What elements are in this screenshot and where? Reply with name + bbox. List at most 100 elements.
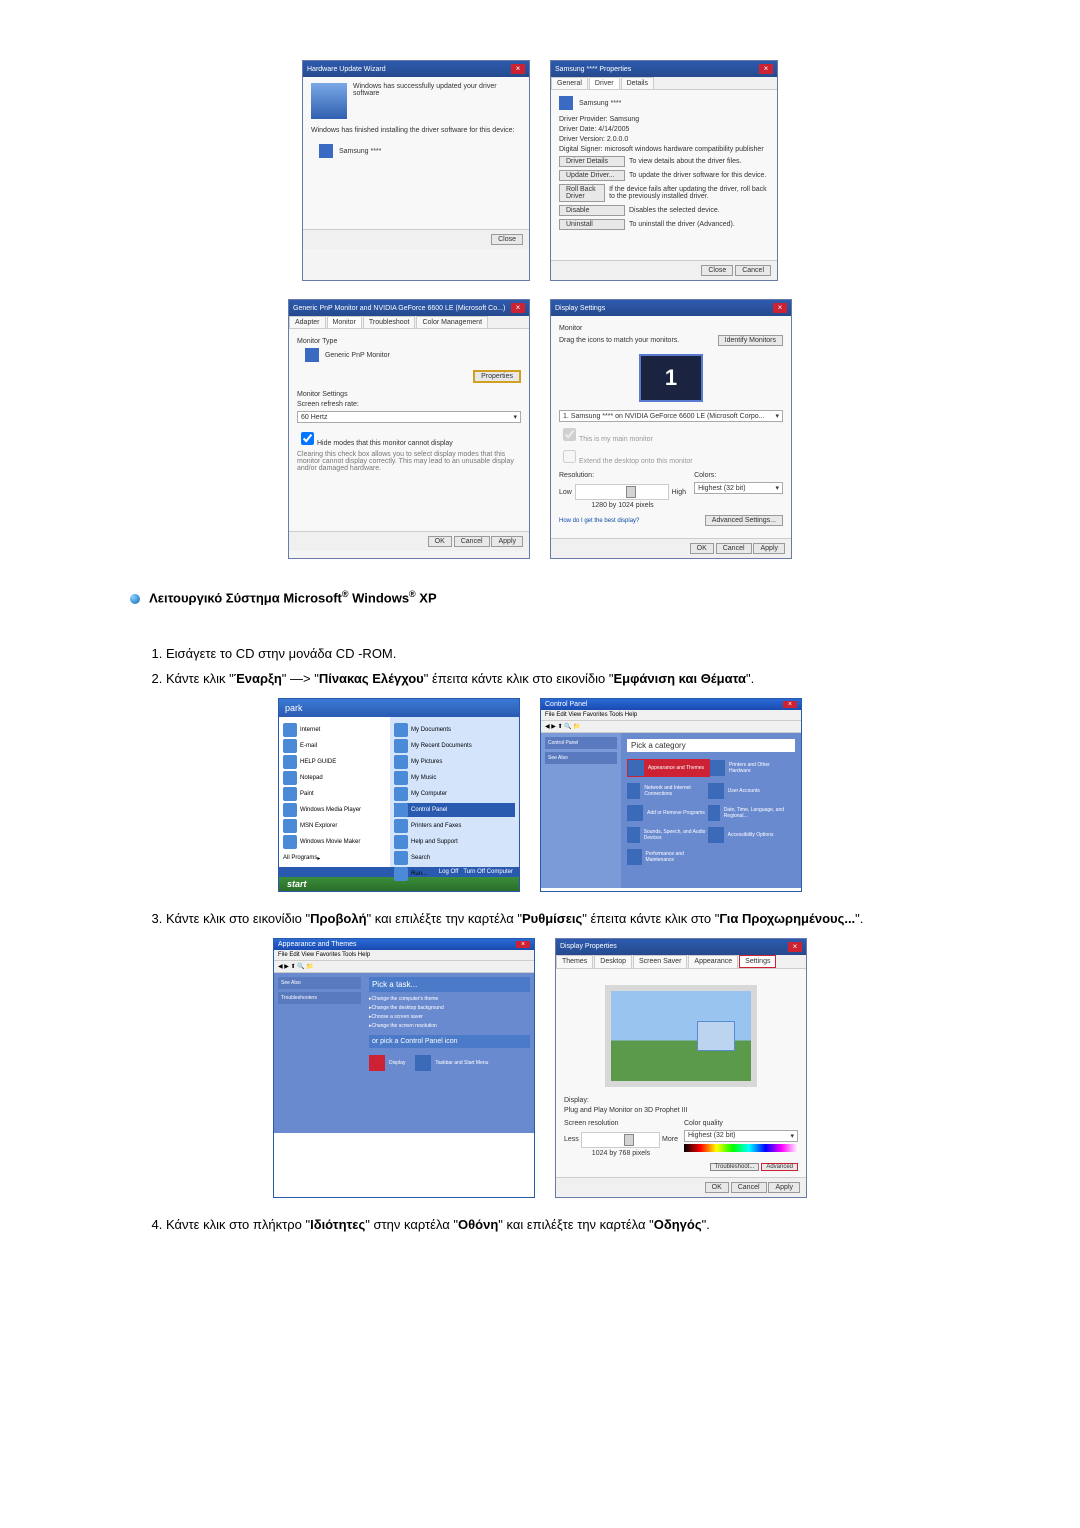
start-item[interactable]: Internet [283,723,386,737]
paint-icon [283,787,297,801]
help-icon [394,835,408,849]
cp-tile-appearance[interactable]: Appearance and Themes [627,759,710,777]
ok-button[interactable]: OK [690,543,714,554]
cancel-button[interactable]: Cancel [735,265,771,276]
cp-icon-taskbar[interactable]: Taskbar and Start Menu [415,1055,488,1071]
color-quality-label: Color quality [684,1120,798,1127]
close-icon[interactable]: × [511,64,525,74]
start-item[interactable]: Windows Media Player [283,803,386,817]
monitor-preview[interactable]: 1 [639,354,703,402]
cp-tile[interactable]: Printers and Other Hardware [710,759,791,777]
hide-modes-label: Hide modes that this monitor cannot disp… [317,440,453,447]
cp-tile[interactable]: Network and Internet Connections [627,783,708,799]
monitor-icon [305,348,319,362]
wmm-icon [283,835,297,849]
start-item[interactable]: My Pictures [394,755,515,769]
start-item[interactable]: My Computer [394,787,515,801]
color-quality-select[interactable]: Highest (32 bit) ▾ [684,1130,798,1142]
extend-checkbox [563,450,576,463]
start-item[interactable]: Paint [283,787,386,801]
tab-color[interactable]: Color Management [416,316,488,328]
start-item[interactable]: My Documents [394,723,515,737]
identify-button[interactable]: Identify Monitors [718,335,783,346]
cancel-button[interactable]: Cancel [716,543,752,554]
advanced-button[interactable]: Advanced Settings... [705,515,783,526]
ok-button[interactable]: OK [428,536,452,547]
close-icon[interactable]: × [783,701,797,708]
cp-tile[interactable]: Performance and Maintenance [627,849,708,865]
apply-button[interactable]: Apply [753,543,785,554]
start-item[interactable]: My Music [394,771,515,785]
tab-desktop[interactable]: Desktop [594,955,632,968]
close-icon[interactable]: × [759,64,773,74]
tab-settings[interactable]: Settings [739,955,776,968]
tab-general[interactable]: General [551,77,588,89]
arrow-right-icon: ▸ [317,855,320,862]
cp-tile[interactable]: Add or Remove Programs [627,805,708,821]
logoff-button[interactable]: Log Off [439,869,459,875]
all-programs[interactable]: All Programs ▸ [283,855,386,862]
display-select[interactable]: 1. Samsung **** on NVIDIA GeForce 6600 L… [559,410,783,422]
tab-troubleshoot[interactable]: Troubleshoot [363,316,416,328]
refresh-rate-select[interactable]: 60 Hertz ▾ [297,411,521,423]
task-link[interactable]: ▸ Change the screen resolution [369,1023,530,1029]
colors-select[interactable]: Highest (32 bit) ▾ [694,482,783,494]
driver-details-button[interactable]: Driver Details [559,156,625,167]
hide-modes-checkbox[interactable] [301,432,314,445]
uninstall-button[interactable]: Uninstall [559,219,625,230]
disable-desc: Disables the selected device. [629,207,720,214]
tab-driver[interactable]: Driver [589,77,620,89]
close-button[interactable]: Close [701,265,733,276]
close-icon[interactable]: × [511,303,525,313]
advanced-button[interactable]: Advanced [761,1163,798,1171]
extend-label: Extend the desktop onto this monitor [579,458,693,465]
resolution-slider[interactable] [581,1132,660,1148]
cp-tile[interactable]: User Accounts [708,783,789,799]
tab-adapter[interactable]: Adapter [289,316,326,328]
turnoff-button[interactable]: Turn Off Computer [463,869,513,875]
disable-button[interactable]: Disable [559,205,625,216]
start-item[interactable]: Notepad [283,771,386,785]
monitor-properties-dialog: Generic PnP Monitor and NVIDIA GeForce 6… [288,299,530,559]
cp-tile[interactable]: Sounds, Speech, and Audio Devices [627,827,708,843]
close-button[interactable]: Close [491,234,523,245]
tab-monitor[interactable]: Monitor [327,316,362,328]
start-item[interactable]: Printers and Faxes [394,819,515,833]
apply-button[interactable]: Apply [768,1182,800,1193]
apply-button[interactable]: Apply [491,536,523,547]
tab-appearance[interactable]: Appearance [688,955,738,968]
start-item[interactable]: Search [394,851,515,865]
access-icon [708,827,724,843]
task-link[interactable]: ▸ Change the computer's theme [369,996,530,1002]
start-item[interactable]: Help and Support [394,835,515,849]
tab-screensaver[interactable]: Screen Saver [633,955,687,968]
rollback-driver-button[interactable]: Roll Back Driver [559,184,605,202]
monitor-label: Monitor [559,325,783,332]
start-item-control-panel[interactable]: Control Panel [394,803,515,817]
title-text: Generic PnP Monitor and NVIDIA GeForce 6… [293,305,505,312]
tab-themes[interactable]: Themes [556,955,593,968]
start-item[interactable]: Windows Movie Maker [283,835,386,849]
best-display-link[interactable]: How do I get the best display? [559,518,639,524]
start-item[interactable]: HELP GUIDE [283,755,386,769]
update-driver-button[interactable]: Update Driver... [559,170,625,181]
task-link[interactable]: ▸ Change the desktop background [369,1005,530,1011]
start-item[interactable]: My Recent Documents [394,739,515,753]
properties-button[interactable]: Properties [473,370,521,383]
start-item[interactable]: MSN Explorer [283,819,386,833]
sound-icon [627,827,640,843]
ok-button[interactable]: OK [705,1182,729,1193]
resolution-slider[interactable] [575,484,669,500]
cp-icon-display[interactable]: Display [369,1055,405,1071]
tab-details[interactable]: Details [621,77,654,89]
close-icon[interactable]: × [516,941,530,948]
cp-tile[interactable]: Date, Time, Language, and Regional... [708,805,789,821]
task-link[interactable]: ▸ Choose a screen saver [369,1014,530,1020]
cp-tile[interactable]: Accessibility Options [708,827,789,843]
cancel-button[interactable]: Cancel [454,536,490,547]
start-item[interactable]: E-mail [283,739,386,753]
troubleshoot-button[interactable]: Troubleshoot... [710,1163,760,1171]
close-icon[interactable]: × [773,303,787,313]
cancel-button[interactable]: Cancel [731,1182,767,1193]
close-icon[interactable]: × [788,942,802,952]
